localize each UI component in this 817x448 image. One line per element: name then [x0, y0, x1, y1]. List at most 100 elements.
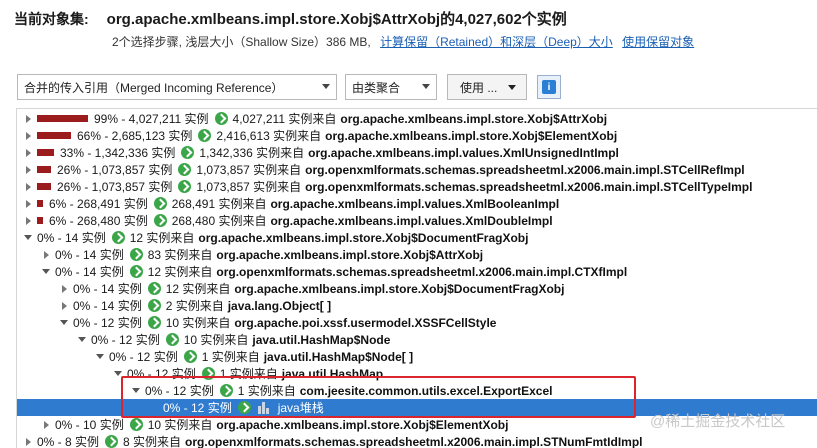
tree-row[interactable]: 26% - 1,073,857 实例 1,073,857 实例来自 org.open…: [17, 178, 817, 195]
collapse-arrow-icon[interactable]: [59, 318, 69, 328]
reference-tree[interactable]: 99% - 4,027,211 实例 4,027,211 实例来自 org.apac…: [16, 108, 817, 448]
referrer-count: 1,073,857 实例来自: [196, 163, 302, 177]
class-name: java堆栈: [277, 401, 324, 415]
expand-arrow-icon[interactable]: [59, 284, 69, 294]
collapse-arrow-icon[interactable]: [113, 369, 123, 379]
instance-count: 33% - 1,342,336 实例: [60, 146, 176, 160]
class-name: org.openxmlformats.schemas.spreadsheetml…: [185, 434, 643, 448]
class-name: org.openxmlformats.schemas.spreadsheetml…: [305, 162, 745, 177]
class-name: org.apache.xmlbeans.impl.store.Xobj$Docu…: [234, 281, 565, 296]
referrer-count: 1,342,336 实例来自: [199, 146, 305, 160]
referrer-count: 2 实例来自: [165, 299, 224, 313]
collapse-arrow-icon[interactable]: [41, 267, 51, 277]
expand-arrow-icon[interactable]: [23, 216, 33, 226]
class-name: org.openxmlformats.schemas.spreadsheetml…: [216, 264, 628, 279]
expand-arrow-icon[interactable]: [23, 199, 33, 209]
tree-row[interactable]: 33% - 1,342,336 实例 1,342,336 实例来自 org.apac…: [17, 144, 817, 161]
expand-arrow-icon[interactable]: [23, 148, 33, 158]
instance-count: 0% - 14 实例: [55, 248, 124, 262]
tree-row[interactable]: 0% - 12 实例 10 实例来自 java.util.HashMap$Node: [17, 331, 817, 348]
current-set-label: 当前对象集:: [14, 11, 89, 27]
reference-icon: [147, 316, 161, 329]
tree-row[interactable]: 6% - 268,491 实例 268,491 实例来自 org.apache.xm…: [17, 195, 817, 212]
referrer-count: 2,416,613 实例来自: [216, 129, 322, 143]
tree-row[interactable]: 66% - 2,685,123 实例 2,416,613 实例来自 org.apac…: [17, 127, 817, 144]
tree-row[interactable]: 0% - 12 实例 10 实例来自 org.apache.poi.xssf.use…: [17, 314, 817, 331]
tree-row[interactable]: 99% - 4,027,211 实例 4,027,211 实例来自 org.apac…: [17, 110, 817, 127]
stack-icon: [257, 401, 272, 414]
collapse-arrow-icon[interactable]: [77, 335, 87, 345]
instance-count: 0% - 14 实例: [73, 299, 142, 313]
tree-row[interactable]: 0% - 12 实例 1 实例来自 java.util.HashMap$Node[ …: [17, 348, 817, 365]
percentage-bar: [37, 132, 71, 139]
title-row: 当前对象集: org.apache.xmlbeans.impl.store.Xo…: [14, 8, 817, 29]
info-icon: i: [542, 80, 556, 94]
instance-count: 6% - 268,480 实例: [49, 214, 148, 228]
reference-icon: [181, 146, 195, 159]
class-name: org.apache.xmlbeans.impl.store.Xobj$Docu…: [198, 230, 529, 245]
reference-icon: [214, 112, 228, 125]
referrer-count: 10 实例来自: [165, 316, 231, 330]
expand-arrow-icon[interactable]: [23, 131, 33, 141]
instance-count: 0% - 12 实例: [109, 350, 178, 364]
use-menu-button[interactable]: 使用 ...: [447, 74, 527, 100]
referrer-count: 1 实例来自: [201, 350, 260, 364]
tree-row[interactable]: 0% - 14 实例 12 实例来自 org.openxmlformats.sche…: [17, 263, 817, 280]
tree-row[interactable]: 0% - 14 实例 83 实例来自 org.apache.xmlbeans.imp…: [17, 246, 817, 263]
info-button[interactable]: i: [537, 75, 561, 99]
collapse-arrow-icon[interactable]: [131, 386, 141, 396]
reference-icon: [201, 367, 215, 380]
use-menu-label: 使用 ...: [460, 80, 498, 95]
referrer-count: 10 实例来自: [183, 333, 249, 347]
instance-count: 66% - 2,685,123 实例: [77, 129, 193, 143]
referrer-count: 83 实例来自: [147, 248, 213, 262]
use-retained-link[interactable]: 使用保留对象: [622, 35, 694, 49]
class-name: org.apache.xmlbeans.impl.values.XmlUnsig…: [308, 145, 619, 160]
expand-arrow-icon[interactable]: [41, 250, 51, 260]
reference-icon: [219, 384, 233, 397]
collapse-arrow-icon[interactable]: [95, 352, 105, 362]
chevron-down-icon: [422, 84, 430, 89]
referrer-count: 12 实例来自: [147, 265, 213, 279]
grouping-select[interactable]: 由类聚合: [345, 74, 437, 100]
tree-row[interactable]: 0% - 12 实例 1 实例来自 java.util.HashMap: [17, 365, 817, 382]
class-name: com.jeesite.common.utils.excel.ExportExc…: [299, 383, 553, 398]
class-name: org.apache.xmlbeans.impl.store.Xobj$Attr…: [340, 111, 608, 126]
expand-arrow-icon[interactable]: [23, 437, 33, 447]
expand-arrow-icon[interactable]: [23, 165, 33, 175]
instance-count: 6% - 268,491 实例: [49, 197, 148, 211]
reference-icon: [129, 248, 143, 261]
class-name: org.apache.xmlbeans.impl.store.Xobj$Elem…: [325, 128, 618, 143]
tree-row[interactable]: 0% - 12 实例 1 实例来自 com.jeesite.common.utils…: [17, 382, 817, 399]
tree-row[interactable]: 0% - 8 实例 8 实例来自 org.openxmlformats.schema…: [17, 433, 817, 448]
expand-arrow-icon[interactable]: [23, 182, 33, 192]
class-name: java.util.HashMap$Node: [252, 332, 391, 347]
summary-text: 2个选择步骤, 浅层大小（Shallow Size）386 MB,: [112, 35, 371, 49]
tree-row[interactable]: 0% - 14 实例 2 实例来自 java.lang.Object[ ]: [17, 297, 817, 314]
reference-icon: [165, 333, 179, 346]
percentage-bar: [37, 183, 51, 190]
expand-arrow-icon[interactable]: [23, 114, 33, 124]
collapse-arrow-icon[interactable]: [23, 233, 33, 243]
tree-row[interactable]: 6% - 268,480 实例 268,480 实例来自 org.apache.xm…: [17, 212, 817, 229]
class-name: org.apache.xmlbeans.impl.values.XmlBoole…: [270, 196, 560, 211]
referrer-count: 12 实例来自: [165, 282, 231, 296]
tree-row[interactable]: 26% - 1,073,857 实例 1,073,857 实例来自 org.open…: [17, 161, 817, 178]
instance-count: 26% - 1,073,857 实例: [57, 163, 173, 177]
tree-row[interactable]: 0% - 14 实例 12 实例来自 org.apache.xmlbeans.imp…: [17, 280, 817, 297]
tree-row[interactable]: 0% - 14 实例 12 实例来自 org.apache.xmlbeans.imp…: [17, 229, 817, 246]
instance-count: 26% - 1,073,857 实例: [57, 180, 173, 194]
expand-arrow-icon[interactable]: [41, 420, 51, 430]
percentage-bar: [37, 115, 88, 122]
expand-arrow-icon[interactable]: [59, 301, 69, 311]
reference-mode-select[interactable]: 合并的传入引用（Merged Incoming Reference）: [17, 74, 337, 100]
instance-count: 0% - 14 实例: [73, 282, 142, 296]
referrer-count: 12 实例来自: [129, 231, 195, 245]
reference-icon: [183, 350, 197, 363]
reference-icon: [147, 299, 161, 312]
percentage-bar: [37, 149, 54, 156]
compute-retained-link[interactable]: 计算保留（Retained）和深层（Deep）大小: [380, 35, 613, 49]
chevron-down-icon: [508, 85, 516, 90]
instance-count: 0% - 14 实例: [55, 265, 124, 279]
